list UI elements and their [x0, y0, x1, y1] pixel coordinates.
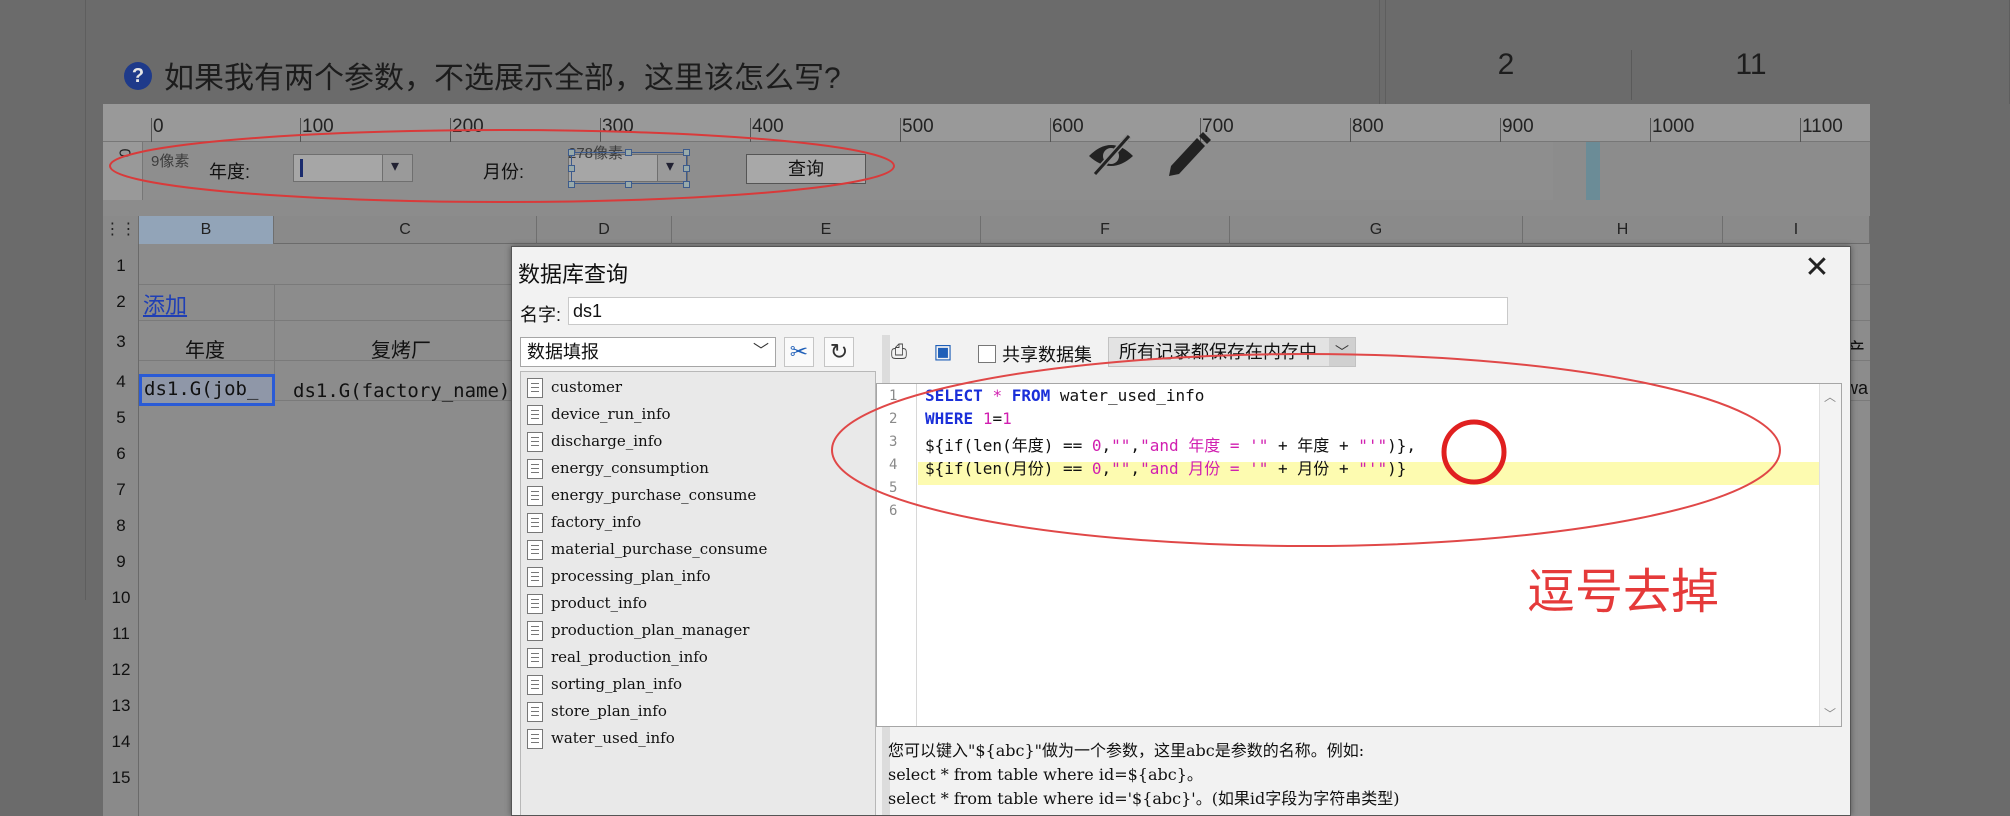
annotation-overlay	[109, 129, 1781, 547]
annotation-remove-comma: 逗号去掉	[1527, 566, 1720, 619]
